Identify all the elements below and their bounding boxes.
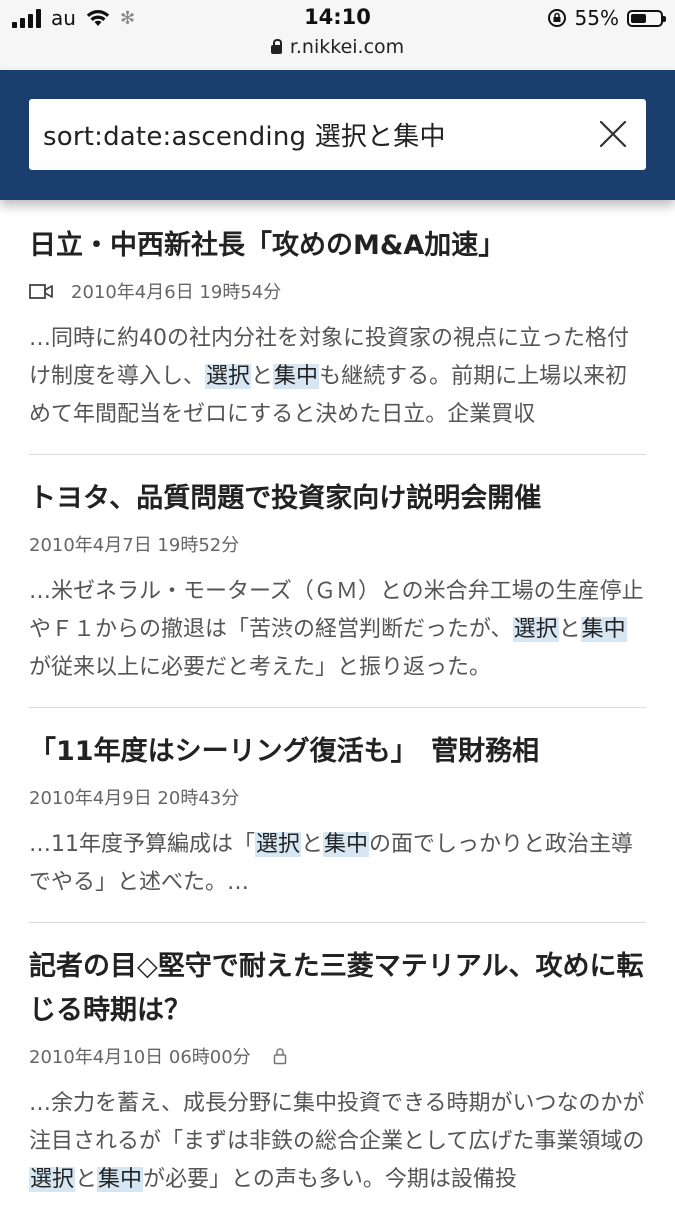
article-title[interactable]: 日立・中西新社長「攻めのM&A加速」 <box>29 224 646 268</box>
search-header: sort:date:ascending 選択と集中 <box>0 70 675 200</box>
highlighted-keyword: 集中 <box>97 1167 144 1192</box>
article-date: 2010年4月7日 19時52分 <box>29 535 240 556</box>
paywall-lock-icon <box>273 1048 286 1065</box>
article-snippet: …余力を蓄え、成長分野に集中投資できる時期がいつなのかが注目されるが「まずは非鉄… <box>29 1085 646 1199</box>
highlighted-keyword: 集中 <box>273 364 320 389</box>
battery-icon <box>627 9 666 27</box>
search-results-list: 日立・中西新社長「攻めのM&A加速」 2010年4月6日 19時54分 …同時に… <box>29 200 646 1219</box>
highlighted-keyword: 集中 <box>580 617 627 642</box>
highlighted-keyword: 選択 <box>205 364 252 389</box>
article-item[interactable]: トヨタ、品質問題で投資家向け説明会開催 2010年4月7日 19時52分 …米ゼ… <box>29 455 646 708</box>
article-snippet: …米ゼネラル・モーターズ（ＧＭ）との米合弁工場の生産停止やＦ１からの撤退は「苦渋… <box>29 573 646 687</box>
article-date: 2010年4月9日 20時43分 <box>29 788 240 809</box>
article-title[interactable]: 「11年度はシーリング復活も」 菅財務相 <box>29 730 646 774</box>
snippet-text: が必要」との声も多い。今期は設備投 <box>143 1167 517 1192</box>
article-date: 2010年4月6日 19時54分 <box>71 282 282 303</box>
snippet-text: …11年度予算編成は「 <box>29 832 255 857</box>
snippet-text: と <box>75 1167 98 1192</box>
article-title[interactable]: トヨタ、品質問題で投資家向け説明会開催 <box>29 477 646 521</box>
battery-percentage: 55% <box>574 6 619 30</box>
article-snippet: …同時に約40の社内分社を対象に投資家の視点に立った格付け制度を導入し、選択と集… <box>29 320 646 434</box>
secure-lock-icon <box>270 39 282 54</box>
article-meta: 2010年4月7日 19時52分 <box>29 531 646 557</box>
url-text: r.nikkei.com <box>289 36 405 58</box>
article-item[interactable]: 日立・中西新社長「攻めのM&A加速」 2010年4月6日 19時54分 …同時に… <box>29 200 646 455</box>
highlighted-keyword: 選択 <box>512 617 559 642</box>
snippet-text: …余力を蓄え、成長分野に集中投資できる時期がいつなのかが注目されるが「まずは非鉄… <box>29 1091 645 1154</box>
article-title[interactable]: 記者の目◇堅守で耐えた三菱マテリアル、攻めに転じる時期は？ <box>29 945 646 1033</box>
article-meta: 2010年4月10日 06時00分 <box>29 1043 646 1069</box>
rotation-lock-icon <box>547 9 566 27</box>
article-meta: 2010年4月6日 19時54分 <box>29 278 646 304</box>
snippet-text: と <box>558 617 581 642</box>
search-query-text: sort:date:ascending 選択と集中 <box>43 122 446 152</box>
status-right: 55% <box>547 6 666 30</box>
article-item[interactable]: 「11年度はシーリング復活も」 菅財務相 2010年4月9日 20時43分 …1… <box>29 708 646 923</box>
search-input[interactable]: sort:date:ascending 選択と集中 <box>29 99 646 170</box>
highlighted-keyword: 集中 <box>323 832 370 857</box>
article-meta: 2010年4月9日 20時43分 <box>29 784 646 810</box>
snippet-text: が従来以上に必要だと考えた」と振り返った。 <box>29 655 492 680</box>
clear-search-button[interactable] <box>598 119 628 149</box>
url-bar[interactable]: r.nikkei.com <box>0 36 675 58</box>
status-bar: au ✻ 14:10 55% r.nikkei.com <box>0 0 675 70</box>
video-icon <box>29 283 53 299</box>
highlighted-keyword: 選択 <box>29 1167 76 1192</box>
snippet-text: と <box>301 832 324 857</box>
highlighted-keyword: 選択 <box>255 832 302 857</box>
article-snippet: …11年度予算編成は「選択と集中の面でしっかりと政治主導でやる」と述べた。… <box>29 826 646 902</box>
snippet-text: と <box>251 364 274 389</box>
article-item[interactable]: 記者の目◇堅守で耐えた三菱マテリアル、攻めに転じる時期は？ 2010年4月10日… <box>29 923 646 1219</box>
article-date: 2010年4月10日 06時00分 <box>29 1047 251 1068</box>
